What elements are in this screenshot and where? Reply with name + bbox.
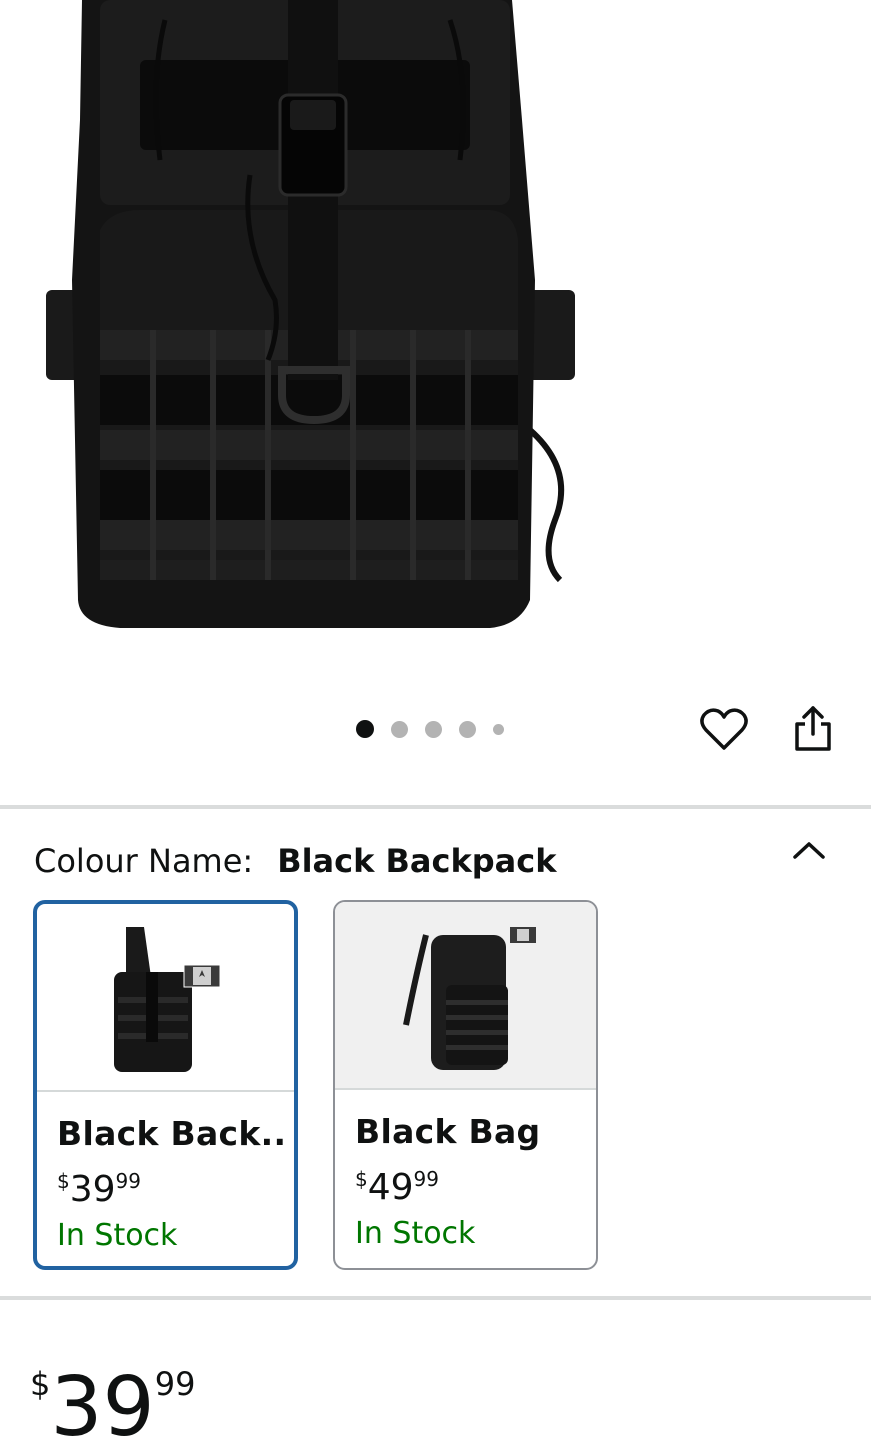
price-fraction: 99 bbox=[413, 1167, 439, 1191]
variation-collapse-button[interactable] bbox=[785, 832, 833, 868]
pagination-dot[interactable] bbox=[391, 720, 408, 738]
product-image[interactable] bbox=[0, 0, 871, 690]
share-icon bbox=[795, 706, 831, 751]
variation-option-details: Black Bag $4999 In Stock bbox=[355, 1112, 588, 1251]
variation-option-name: Black Bag bbox=[355, 1112, 541, 1151]
variation-option-image bbox=[37, 904, 294, 1092]
sling-backpack-thumbnail bbox=[113, 927, 220, 1072]
chevron-up-icon bbox=[793, 842, 825, 859]
price-currency: $ bbox=[57, 1169, 70, 1193]
availability-status: In Stock bbox=[355, 1216, 476, 1251]
price-fraction: 99 bbox=[154, 1365, 196, 1403]
backpack-thumbnail bbox=[402, 927, 536, 1070]
heart-outline-icon bbox=[700, 708, 748, 750]
backpack-illustration bbox=[46, 0, 575, 628]
variation-selected-value: Black Backpack bbox=[277, 842, 557, 880]
price-whole: 39 bbox=[50, 1360, 155, 1440]
variation-option-details: Black Back... $3999 In Stock bbox=[57, 1114, 286, 1253]
price-fraction: 99 bbox=[115, 1169, 141, 1193]
pagination-dot[interactable] bbox=[425, 720, 442, 738]
image-pagination[interactable] bbox=[356, 719, 504, 739]
product-price: $3999 bbox=[30, 1336, 195, 1440]
variation-option-price: $3999 bbox=[57, 1161, 286, 1210]
availability-status: In Stock bbox=[57, 1218, 178, 1253]
variation-option-price: $4999 bbox=[355, 1159, 588, 1208]
pagination-dot[interactable] bbox=[459, 720, 476, 738]
variation-option-name: Black Back... bbox=[57, 1114, 286, 1153]
pagination-dot-active[interactable] bbox=[356, 720, 374, 738]
section-divider bbox=[0, 805, 871, 809]
pagination-dot[interactable] bbox=[493, 723, 504, 735]
variation-header: Colour Name: Black Backpack bbox=[34, 840, 557, 882]
price-whole: 49 bbox=[367, 1167, 414, 1208]
price-currency: $ bbox=[30, 1365, 51, 1403]
wishlist-button[interactable] bbox=[696, 702, 752, 756]
variation-option-black-bag[interactable]: Black Bag $4999 In Stock bbox=[333, 900, 598, 1270]
share-button[interactable] bbox=[785, 702, 841, 756]
variation-option-black-backpack[interactable]: Black Back... $3999 In Stock bbox=[33, 900, 298, 1270]
variation-option-image bbox=[335, 902, 596, 1090]
section-divider bbox=[0, 1296, 871, 1300]
price-whole: 39 bbox=[69, 1169, 116, 1210]
price-currency: $ bbox=[355, 1167, 368, 1191]
variation-label: Colour Name: bbox=[34, 842, 254, 880]
